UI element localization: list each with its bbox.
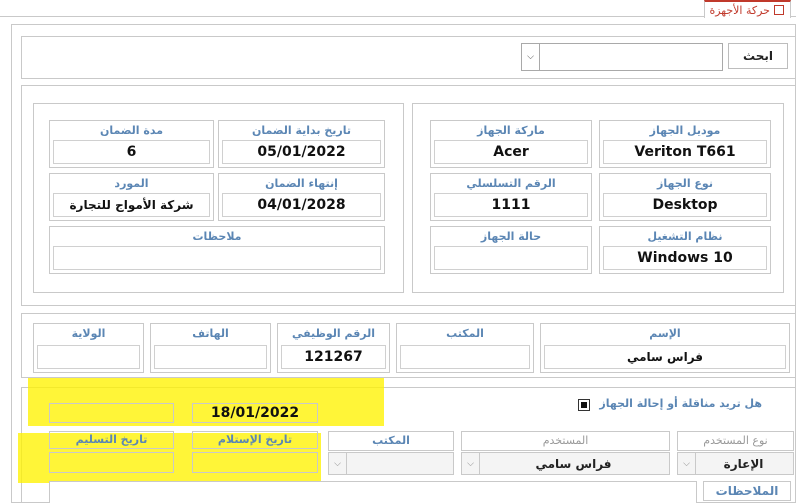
search-combobox[interactable]: ⌵: [521, 43, 723, 71]
employee-name-value[interactable]: فراس سامي: [544, 345, 786, 369]
device-model-field: موديل الجهاز Veriton T661: [599, 120, 771, 168]
transfer-date-value[interactable]: 18/01/2022: [192, 403, 318, 423]
device-type-field: نوع الجهاز Desktop: [599, 173, 771, 221]
user-dropdown[interactable]: ⌵ فراس سامي: [461, 452, 670, 475]
user-type-label: نوع المستخدم: [677, 431, 794, 451]
phone-value[interactable]: [154, 345, 267, 369]
handover-date-label: تاريخ التسليم: [49, 431, 174, 449]
transfer-office-dropdown[interactable]: ⌵: [328, 452, 454, 475]
transfer-question: هل تريد مناقلة أو إحالة الجهاز: [599, 397, 762, 410]
warranty-start-value[interactable]: 05/01/2022: [222, 140, 381, 164]
transfer-date-empty-field[interactable]: [49, 403, 174, 423]
warranty-duration-value[interactable]: 6: [53, 140, 210, 164]
device-brand-value[interactable]: Acer: [434, 140, 588, 164]
tab-strip: [0, 0, 796, 17]
tab-device-movements[interactable]: حركة الأجهزة: [704, 0, 791, 18]
receive-date-field[interactable]: [192, 452, 318, 473]
handover-date-field[interactable]: [49, 452, 174, 473]
chevron-down-icon[interactable]: ⌵: [462, 453, 480, 474]
transfer-notes-label: الملاحظات: [703, 481, 791, 501]
supplier-value[interactable]: شركة الأمواج للتجارة: [53, 193, 210, 217]
transfer-office-label: المكتب: [328, 431, 454, 451]
chevron-down-icon[interactable]: ⌵: [329, 453, 347, 474]
chevron-down-icon[interactable]: ⌵: [522, 44, 540, 70]
device-brand-field: ماركة الجهاز Acer: [430, 120, 592, 168]
device-model-value[interactable]: Veriton T661: [603, 140, 767, 164]
device-status-value[interactable]: [434, 246, 588, 270]
device-type-value[interactable]: Desktop: [603, 193, 767, 217]
form-icon: [774, 5, 784, 15]
checkbox-mark: [581, 402, 587, 408]
tab-label: حركة الأجهزة: [709, 3, 770, 17]
serial-number-value[interactable]: 1111: [434, 193, 588, 217]
serial-number-field: الرقم التسلسلي 1111: [430, 173, 592, 221]
warranty-duration-field: مدة الضمان 6: [49, 120, 214, 168]
transfer-checkbox[interactable]: [578, 399, 590, 411]
warranty-end-field: إنتهاء الضمان 04/01/2028: [218, 173, 385, 221]
job-number-value[interactable]: 121267: [281, 345, 386, 369]
receive-date-label: تاريخ الإستلام: [192, 431, 318, 449]
province-field: الولاية: [33, 323, 144, 373]
supplier-field: المورد شركة الأمواج للتجارة: [49, 173, 214, 221]
user-label: المستخدم: [461, 431, 670, 451]
user-type-dropdown[interactable]: ⌵ الإعارة: [677, 452, 794, 475]
transfer-notes-field[interactable]: [49, 481, 697, 503]
employee-name-field: الإسم فراس سامي: [540, 323, 790, 373]
phone-field: الهاتف: [150, 323, 271, 373]
warranty-end-value[interactable]: 04/01/2028: [222, 193, 381, 217]
warranty-notes-field: ملاحظات: [49, 226, 385, 274]
warranty-start-field: تاريخ بداية الضمان 05/01/2022: [218, 120, 385, 168]
job-number-field: الرقم الوظيفي 121267: [277, 323, 390, 373]
os-field: نظام التشغيل Windows 10: [599, 226, 771, 274]
chevron-down-icon[interactable]: ⌵: [678, 453, 696, 474]
os-value[interactable]: Windows 10: [603, 246, 767, 270]
warranty-notes-value[interactable]: [53, 246, 381, 270]
search-button[interactable]: ابحث: [728, 43, 788, 69]
province-value[interactable]: [37, 345, 140, 369]
employee-office-value[interactable]: [400, 345, 530, 369]
employee-office-field: المكتب: [396, 323, 534, 373]
device-status-field: حالة الجهاز: [430, 226, 592, 274]
